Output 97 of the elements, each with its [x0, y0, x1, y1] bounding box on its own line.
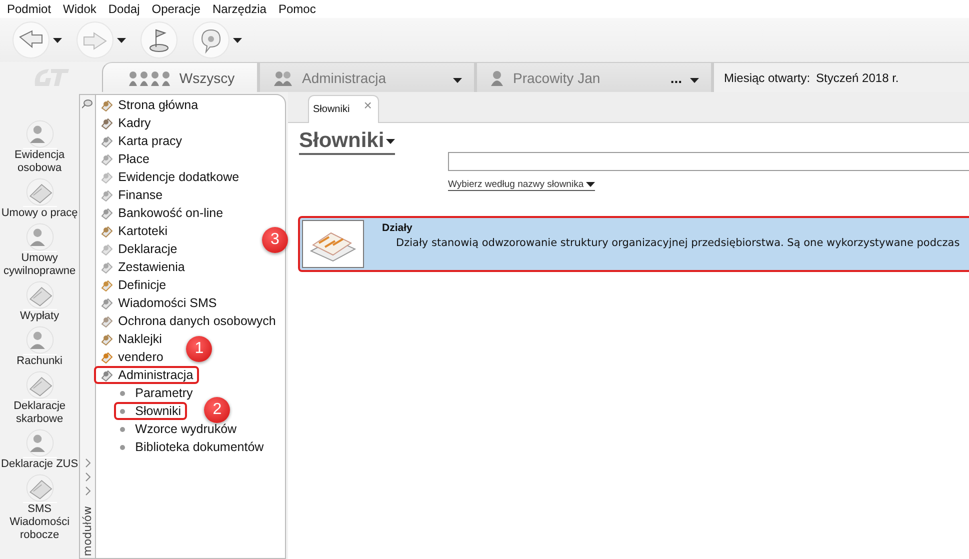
menu-item[interactable]: Operacje — [146, 2, 208, 16]
tree-item[interactable]: Bankowość on-line — [94, 204, 230, 222]
module-icon — [22, 120, 57, 149]
module-button[interactable]: Ewidencja osobowa — [14, 120, 65, 175]
tree-item[interactable]: Biblioteka dokumentów — [114, 438, 270, 456]
tab-label: Wszyscy — [179, 70, 235, 86]
tree-item[interactable]: Słowniki — [114, 402, 187, 420]
tree-item[interactable]: Parametry — [114, 384, 199, 402]
module-icon — [100, 314, 114, 328]
page-heading[interactable]: Słowniki — [299, 129, 396, 155]
tree-item[interactable]: Ewidencje dodatkowe — [94, 168, 246, 186]
tree-item[interactable]: Finanse — [94, 186, 169, 204]
module-icon — [100, 170, 114, 184]
module-button[interactable]: SMS Wiadomości robocze — [10, 474, 70, 542]
module-icon — [100, 134, 114, 148]
menu-item[interactable]: Narzędzia — [207, 2, 274, 16]
module-icon — [22, 474, 57, 503]
dictionary-title: Działy — [382, 222, 414, 234]
dictionary-row[interactable]: Działy Działy stanowią odwzorowanie struktury organizacyjnej przedsiębiorstwa. Są one wykorzystywane podczas — [298, 216, 969, 272]
menu-item[interactable]: Dodaj — [103, 2, 147, 16]
module-button[interactable]: Deklaracje skarbowe — [14, 371, 66, 426]
tab-label: Słowniki — [313, 104, 350, 115]
tree-item[interactable]: Deklaracje — [94, 240, 184, 258]
module-icon — [100, 188, 114, 202]
dropdown-caret-icon — [453, 78, 462, 82]
module-button[interactable]: Umowy o pracę — [1, 178, 78, 220]
tab-label: Administracja — [302, 70, 386, 86]
tree-item[interactable]: Ochrona danych osobowych — [94, 312, 282, 330]
module-icon — [22, 178, 57, 207]
menu-item[interactable]: Pomoc — [273, 2, 323, 16]
dropdown-caret-icon — [117, 38, 126, 42]
dropdown-caret-icon — [233, 38, 242, 42]
bullet-icon — [120, 408, 126, 414]
module-icon — [22, 223, 57, 252]
tree-item[interactable]: Wzorce wydruków — [114, 420, 243, 438]
module-icon — [100, 368, 114, 382]
help-icon[interactable] — [192, 21, 230, 59]
chevron-right-icon[interactable] — [84, 472, 91, 482]
module-icon — [22, 371, 57, 400]
caret-icon — [386, 138, 396, 144]
module-icon — [100, 116, 114, 130]
menu-item[interactable]: Widok — [58, 2, 104, 16]
tree-item[interactable]: Zestawienia — [94, 258, 191, 276]
flag-icon[interactable] — [140, 21, 178, 59]
tree-item[interactable]: Strona główna — [94, 96, 204, 114]
module-icon — [100, 278, 114, 292]
chevron-right-icon[interactable] — [84, 486, 91, 496]
module-icon — [100, 224, 114, 238]
tree-item[interactable]: Karta pracy — [94, 132, 188, 150]
module-icon — [100, 332, 114, 346]
module-icon — [100, 296, 114, 310]
context-tab[interactable]: Wszyscy — [102, 62, 260, 92]
more-text: ... — [670, 70, 682, 86]
callout-badge: 1 — [186, 336, 212, 362]
bullet-icon — [120, 426, 126, 432]
module-button[interactable]: Deklaracje ZUS — [1, 429, 78, 471]
tree-item[interactable]: Definicje — [94, 276, 172, 294]
module-icon — [100, 152, 114, 166]
bullet-icon — [120, 390, 126, 396]
module-icon — [100, 350, 114, 364]
panel-label: modułów — [81, 506, 94, 556]
context-tab[interactable]: Pracowity Jan ... — [477, 62, 714, 92]
dropdown-caret-icon — [53, 38, 62, 42]
tab-label: Pracowity Jan — [513, 70, 600, 86]
tree-item[interactable]: vendero — [94, 348, 170, 366]
month-label: Miesiąc otwarty: — [724, 70, 810, 84]
bullet-icon — [120, 444, 126, 450]
document-tab[interactable]: Słowniki × — [308, 95, 379, 123]
tree-item[interactable]: Kadry — [94, 114, 157, 132]
module-button[interactable]: Wypłaty — [20, 281, 60, 323]
module-icon — [22, 281, 57, 310]
search-field[interactable] — [448, 152, 969, 171]
close-button[interactable]: × — [364, 97, 372, 113]
module-icon — [100, 242, 114, 256]
binder-icon — [302, 220, 364, 268]
month-value: Styczeń 2018 r. — [816, 70, 899, 84]
tree-item[interactable]: Wiadomości SMS — [94, 294, 223, 312]
module-button[interactable]: Rachunki — [16, 326, 62, 368]
tree-item[interactable]: Administracja — [94, 366, 200, 384]
module-icon — [100, 260, 114, 274]
tree-item[interactable]: Płace — [94, 150, 156, 168]
module-icon — [22, 326, 57, 355]
tree-item[interactable]: Naklejki — [94, 330, 168, 348]
dictionary-description: Działy stanowią odwzorowanie struktury organizacyjnej przedsiębiorstwa. Są one wykorzystywane podczas — [395, 237, 960, 249]
module-icon — [100, 98, 114, 112]
people-icon — [272, 70, 294, 86]
tree-item[interactable]: Kartoteki — [94, 222, 174, 240]
menu-item[interactable]: Podmiot — [2, 2, 58, 16]
filter-link[interactable]: Wybierz według nazwy słownika — [448, 179, 595, 191]
module-icon — [100, 206, 114, 220]
person-icon — [489, 70, 505, 86]
dropdown-caret-icon — [690, 78, 699, 82]
module-button[interactable]: Umowy cywilnoprawne — [3, 223, 76, 278]
callout-badge: 2 — [204, 397, 230, 423]
chevron-right-icon[interactable] — [84, 458, 91, 468]
caret-icon — [586, 182, 595, 187]
module-icon — [22, 429, 57, 458]
